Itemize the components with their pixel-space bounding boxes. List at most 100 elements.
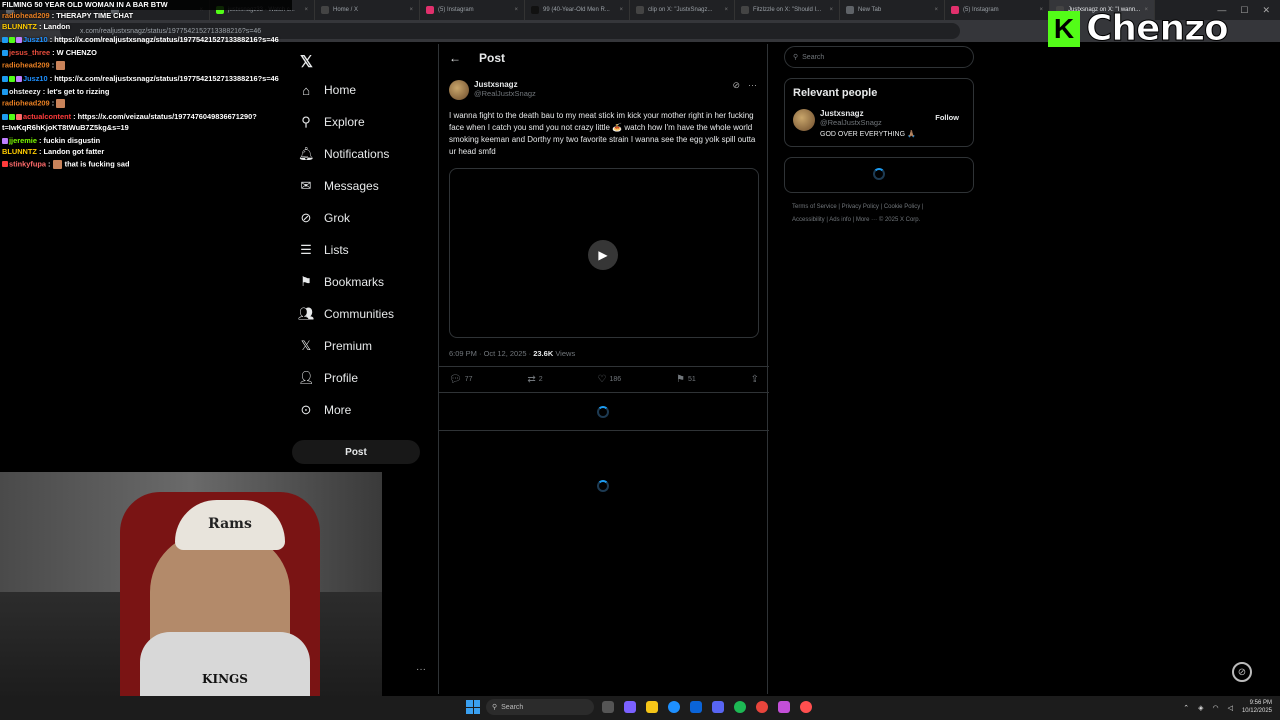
chat-username[interactable]: radiohead209	[2, 99, 50, 108]
nav-item-premium[interactable]: 𝕏 Premium	[298, 334, 372, 358]
close-tab-icon[interactable]: ×	[409, 7, 413, 13]
close-tab-icon[interactable]: ×	[829, 7, 833, 13]
task-view-icon[interactable]	[602, 701, 614, 713]
chat-text: W CHENZO	[56, 48, 97, 58]
close-tab-icon[interactable]: ×	[1039, 7, 1043, 13]
chrome-icon[interactable]	[756, 701, 768, 713]
reply-button[interactable]: 💬︎ 77	[449, 374, 473, 385]
person-name[interactable]: Justxsnagz	[820, 109, 916, 118]
close-tab-icon[interactable]: ×	[619, 7, 623, 13]
stream-banner: FILMING 50 YEAR OLD WOMAN IN A BAR BTW	[0, 0, 292, 10]
like-button[interactable]: ♡ 186	[597, 374, 621, 385]
chat-username[interactable]: Jusz10	[23, 74, 48, 83]
post-author[interactable]: Justxsnagz @RealJustxSnagz	[449, 80, 536, 100]
volume-icon[interactable]: ◁	[1228, 704, 1233, 712]
close-tab-icon[interactable]: ×	[934, 7, 938, 13]
follow-button[interactable]: Follow	[929, 109, 965, 126]
copilot-icon[interactable]	[624, 701, 636, 713]
chat-username[interactable]: ohsteezy	[9, 87, 41, 96]
close-tab-icon[interactable]: ×	[514, 7, 518, 13]
clock[interactable]: 9:56 PM 10/12/2025	[1242, 700, 1272, 716]
grok-overlay-icon[interactable]: ⊘	[1232, 662, 1252, 682]
browser-tab[interactable]: Home / X ×	[315, 0, 420, 20]
nav-item-label: Lists	[324, 243, 349, 257]
browser-tab[interactable]: New Tab ×	[840, 0, 945, 20]
close-window-icon[interactable]: ✕	[1262, 5, 1270, 16]
windows-start-icon[interactable]	[466, 700, 480, 714]
post-time[interactable]: 6:09 PM · Oct 12, 2025 ·	[449, 349, 533, 358]
chat-username[interactable]: radiohead209	[2, 11, 50, 20]
terms-link[interactable]: Terms of Service	[792, 204, 837, 210]
nav-item-profile[interactable]: 👤︎ Profile	[298, 366, 358, 390]
bookmark-button[interactable]: ⚑ 51	[676, 374, 696, 385]
browser-tab[interactable]: clip on X: "JustxSnagz... ×	[630, 0, 735, 20]
close-tab-icon[interactable]: ×	[304, 7, 308, 13]
privacy-link[interactable]: Privacy Policy	[842, 204, 879, 210]
spotify-icon[interactable]	[734, 701, 746, 713]
avatar[interactable]	[449, 80, 469, 100]
wifi-icon[interactable]: ◠	[1212, 704, 1218, 712]
nav-item-home[interactable]: ⌂ Home	[298, 78, 356, 102]
accessibility-link[interactable]: Accessibility	[792, 217, 825, 223]
share-button[interactable]: ⇪	[751, 374, 759, 385]
chat-badge-icon	[9, 75, 15, 82]
browser-tab[interactable]: (5) Instagram ×	[945, 0, 1050, 20]
chat-username[interactable]: Jusz10	[23, 35, 48, 44]
author-name[interactable]: Justxsnagz	[474, 80, 536, 89]
emote-icon	[56, 60, 66, 70]
taskbar-search[interactable]: ⚲ Search	[486, 699, 594, 715]
store-icon[interactable]	[690, 701, 702, 713]
grok-icon[interactable]: ⊘	[732, 80, 740, 91]
network-icon[interactable]: ◈	[1198, 704, 1203, 712]
cookie-link[interactable]: Cookie Policy	[884, 204, 920, 210]
post-button[interactable]: Post	[292, 440, 420, 464]
x-logo-icon[interactable]: 𝕏	[300, 52, 313, 72]
browser-tab[interactable]: (5) Instagram ×	[420, 0, 525, 20]
nav-item-label: Premium	[324, 339, 373, 353]
file-explorer-icon[interactable]	[646, 701, 658, 713]
chat-username[interactable]: radiohead209	[2, 60, 50, 69]
chat-username[interactable]: actualcontent	[23, 112, 71, 121]
app-icon[interactable]	[778, 701, 790, 713]
nav-item-grok[interactable]: ⊘ Grok	[298, 206, 350, 230]
repost-button[interactable]: ⇄ 2	[527, 374, 542, 385]
back-arrow-icon[interactable]: ←	[449, 51, 461, 65]
chat-username[interactable]: BLUNNTZ	[2, 147, 37, 156]
account-more-icon[interactable]: ···	[416, 664, 426, 675]
more-link[interactable]: More ···	[856, 217, 877, 223]
relevant-person[interactable]: Justxsnagz @RealJustxSnagz GOD OVER EVER…	[793, 109, 965, 138]
nav-item-communities[interactable]: 👥︎ Communities	[298, 302, 394, 326]
system-tray: ⌃ ◈ ◠ ◁ 9:56 PM 10/12/2025	[1183, 700, 1272, 716]
avatar[interactable]	[793, 109, 815, 131]
post-top-icons: ⊘ ···	[732, 80, 757, 91]
search-input[interactable]: ⚲ Search	[784, 46, 974, 68]
ads-link[interactable]: Ads info	[829, 217, 851, 223]
nav-item-bookmarks[interactable]: ⚑ Bookmarks	[298, 270, 384, 294]
chat-username[interactable]: jesus_three	[9, 48, 50, 57]
search-placeholder: Search	[802, 53, 825, 61]
maximize-icon[interactable]: ☐	[1240, 5, 1248, 16]
discord-icon[interactable]	[712, 701, 724, 713]
author-handle[interactable]: @RealJustxSnagz	[474, 89, 536, 98]
chat-username[interactable]: jjeremie	[9, 136, 37, 145]
video-player[interactable]: ▶	[449, 168, 759, 338]
chat-message: ohsteezy : let's get to rizzing	[0, 86, 292, 97]
obs-icon[interactable]	[800, 701, 812, 713]
edge-icon[interactable]	[668, 701, 680, 713]
chat-username[interactable]: BLUNNTZ	[2, 22, 37, 31]
play-icon[interactable]: ▶	[588, 240, 618, 270]
nav-item-lists[interactable]: ☰ Lists	[298, 238, 349, 262]
browser-tab[interactable]: 99 (40-Year-Old Men R... ×	[525, 0, 630, 20]
browser-tab-label: Fitzlzzle on X: "Should I...	[753, 7, 822, 13]
nav-item-explore[interactable]: ⚲ Explore	[298, 110, 364, 134]
close-tab-icon[interactable]: ×	[724, 7, 728, 13]
person-handle[interactable]: @RealJustxSnagz	[820, 118, 916, 127]
chat-badge-icon	[9, 36, 15, 43]
browser-tab[interactable]: Fitzlzzle on X: "Should I... ×	[735, 0, 840, 20]
nav-item-notifications[interactable]: 🔔︎ Notifications	[298, 142, 389, 166]
chevron-up-icon[interactable]: ⌃	[1183, 704, 1189, 712]
nav-item-more[interactable]: ⊙ More	[298, 398, 352, 422]
chat-username[interactable]: stinkyfupa	[9, 159, 46, 168]
more-options-icon[interactable]: ···	[748, 80, 757, 91]
nav-item-messages[interactable]: ✉ Messages	[298, 174, 379, 198]
